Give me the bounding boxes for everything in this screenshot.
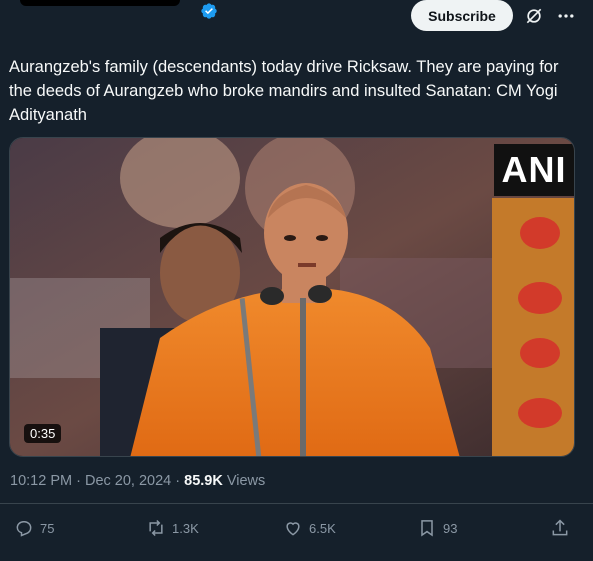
tweet-meta: 10:12 PM · Dec 20, 2024 · 85.9K Views xyxy=(10,473,265,489)
reply-button[interactable]: 75 xyxy=(14,518,54,538)
heart-icon xyxy=(286,522,300,536)
bookmark-button[interactable]: 93 xyxy=(417,518,457,538)
verified-badge-icon xyxy=(201,3,217,19)
share-icon xyxy=(552,519,568,536)
more-icon[interactable] xyxy=(556,6,576,26)
author-name-area[interactable] xyxy=(20,0,180,6)
reply-icon xyxy=(16,521,32,537)
ani-watermark: ANI xyxy=(494,144,574,196)
views-count: 85.9K xyxy=(184,473,223,489)
share-button[interactable] xyxy=(550,518,570,538)
repost-icon xyxy=(149,519,163,537)
bookmark-icon xyxy=(421,520,433,537)
like-count: 6.5K xyxy=(309,520,336,536)
repost-count: 1.3K xyxy=(172,520,199,536)
tweet-time[interactable]: 10:12 PM xyxy=(10,473,72,489)
grok-icon[interactable] xyxy=(524,6,544,26)
tweet-text: Aurangzeb's family (descendants) today d… xyxy=(9,58,559,124)
bookmark-count: 93 xyxy=(443,520,458,536)
video-player[interactable]: ANI 0:35 xyxy=(9,137,575,457)
subscribe-button[interactable]: Subscribe xyxy=(411,0,513,31)
views-label: Views xyxy=(222,473,266,489)
video-frame xyxy=(10,138,574,456)
reply-count: 75 xyxy=(40,520,55,536)
like-button[interactable]: 6.5K xyxy=(283,518,336,538)
meta-separator: · xyxy=(72,473,85,489)
tweet-date[interactable]: Dec 20, 2024 xyxy=(85,473,171,489)
tweet-header: Subscribe xyxy=(0,0,593,38)
divider xyxy=(0,503,593,504)
meta-separator-2: · xyxy=(171,473,185,489)
action-bar: 75 1.3K 6.5K 93 xyxy=(0,518,593,548)
video-duration: 0:35 xyxy=(24,424,62,443)
repost-button[interactable]: 1.3K xyxy=(146,518,199,538)
